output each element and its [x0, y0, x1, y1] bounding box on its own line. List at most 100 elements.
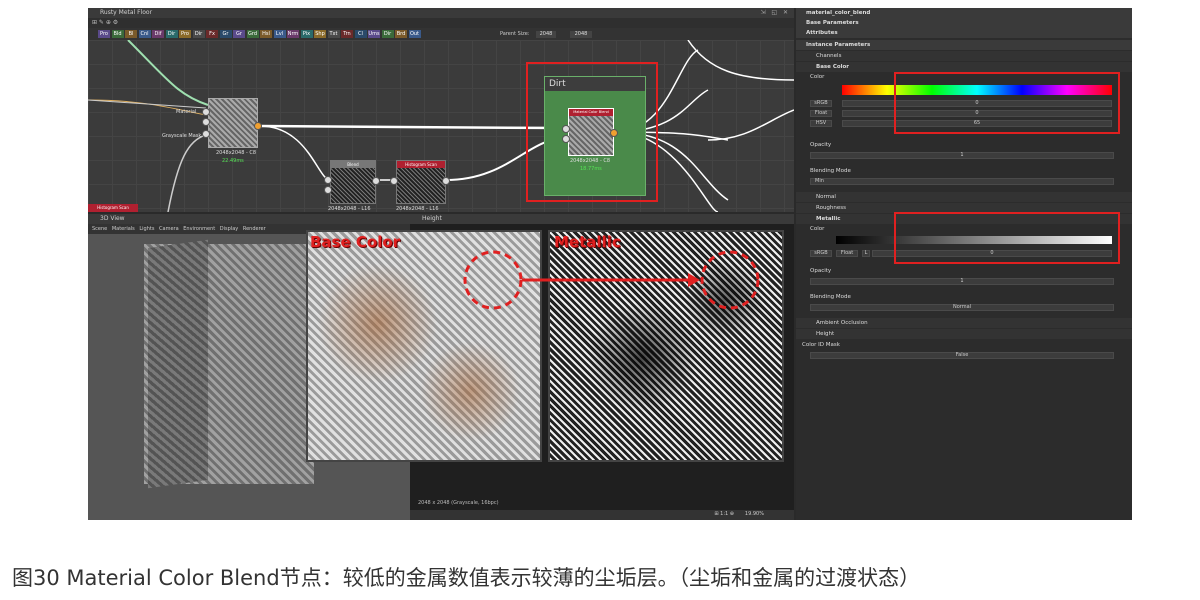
- group-ambient-occlusion[interactable]: Ambient Occlusion: [796, 318, 1132, 328]
- menu-scene[interactable]: Scene: [92, 226, 107, 232]
- library-button[interactable]: Cl: [354, 30, 367, 38]
- node-port[interactable]: [324, 186, 332, 194]
- library-button[interactable]: Gr: [219, 30, 232, 38]
- node-port[interactable]: [202, 118, 210, 126]
- parent-size-select-2[interactable]: 2048: [570, 31, 592, 38]
- color-id-mask-label: Color ID Mask: [796, 340, 1132, 350]
- library-button[interactable]: Dir: [381, 30, 394, 38]
- node-port[interactable]: [324, 176, 332, 184]
- color-id-mask-select[interactable]: False: [810, 352, 1114, 359]
- metal-blend-select[interactable]: Normal: [810, 304, 1114, 311]
- height-view-title-bar: Height: [410, 214, 794, 224]
- base-color-mode[interactable]: sRGB: [810, 100, 832, 107]
- node-blend[interactable]: Blend: [330, 160, 376, 204]
- library-button[interactable]: Dif: [152, 30, 164, 38]
- library-button[interactable]: Shp: [314, 30, 326, 38]
- group-height[interactable]: Height: [796, 329, 1132, 339]
- metal-opacity-slider[interactable]: 1: [810, 278, 1114, 285]
- node-port[interactable]: [390, 177, 398, 185]
- figure-caption: 图30 Material Color Blend节点：较低的金属数值表示较薄的尘…: [12, 566, 921, 590]
- node-output-port[interactable]: [442, 177, 450, 185]
- node-histogram-title: Histogram Scan: [397, 161, 445, 168]
- node-histogram-scan[interactable]: Histogram Scan: [396, 160, 446, 204]
- graph-toolbar-icons[interactable]: ⊞ ✎ ⊕ ⚙: [92, 19, 118, 26]
- library-button[interactable]: Gr: [233, 30, 245, 38]
- library-button[interactable]: Pro: [179, 30, 191, 38]
- menu-renderer[interactable]: Renderer: [243, 226, 266, 232]
- node-res-left: 2048x2048 - C8: [216, 150, 257, 156]
- menu-display[interactable]: Display: [220, 226, 238, 232]
- metallic-mode[interactable]: sRGB: [810, 250, 832, 257]
- library-button[interactable]: Ums: [368, 30, 380, 38]
- base-blend-select[interactable]: Min: [810, 178, 1114, 185]
- label-text: Blending Mode: [810, 294, 851, 300]
- library-button[interactable]: Bl: [125, 30, 137, 38]
- group-label: Roughness: [816, 205, 847, 211]
- node-histogram-scan-2[interactable]: Histogram Scan: [88, 204, 138, 212]
- library-button[interactable]: Trn: [341, 30, 353, 38]
- props-title-text: material_color_blend: [806, 10, 871, 16]
- port-label-mask: Grayscale Mask: [162, 133, 202, 139]
- label-text: Opacity: [810, 142, 832, 148]
- parent-size-label: Parent Size:: [500, 31, 530, 37]
- node-res-blend: 2048x2048 - L16: [328, 206, 371, 212]
- highlight-box-base-color: [894, 72, 1120, 134]
- node-output-port[interactable]: [372, 177, 380, 185]
- node-graph[interactable]: Material Grayscale Mask 2048x2048 - C8 2…: [88, 40, 794, 212]
- properties-panel: material_color_blend Base Parameters Att…: [796, 8, 1132, 520]
- node-thumbnail: [331, 168, 375, 203]
- library-button[interactable]: Txt: [327, 30, 340, 38]
- 3d-view-title-bar: 3D View: [88, 214, 410, 224]
- label-text: Color ID Mask: [802, 342, 840, 348]
- menu-environment[interactable]: Environment: [183, 226, 215, 232]
- menu-materials[interactable]: Materials: [112, 226, 135, 232]
- library-button[interactable]: Pro: [98, 30, 110, 38]
- group-label: Metallic: [816, 216, 841, 222]
- node-library-toolbar: Parent Size: 2048 2048 Pro Bld Bl Cnl Dif Dir…: [88, 28, 794, 40]
- graph-title: Rusty Metal Floor: [100, 9, 153, 16]
- base-blend-label: Blending Mode: [796, 166, 1132, 176]
- menu-lights[interactable]: Lights: [139, 226, 154, 232]
- library-button[interactable]: Nrm: [287, 30, 299, 38]
- library-button[interactable]: Hsl: [260, 30, 272, 38]
- parent-size-select[interactable]: 2048: [536, 31, 556, 38]
- section-attributes[interactable]: Attributes: [796, 28, 1132, 38]
- node-material-left[interactable]: [208, 98, 258, 148]
- library-button[interactable]: Lvl: [273, 30, 286, 38]
- section-base-parameters[interactable]: Base Parameters: [796, 18, 1132, 28]
- metallic-texture: [548, 230, 784, 462]
- base-opacity-slider[interactable]: 1: [810, 152, 1114, 159]
- node-port[interactable]: [202, 108, 210, 116]
- group-label: Base Color: [816, 64, 850, 70]
- menu-camera[interactable]: Camera: [159, 226, 179, 232]
- height-status: 2048 x 2048 (Grayscale, 16bpc): [418, 500, 499, 506]
- library-button[interactable]: Grd: [246, 30, 259, 38]
- group-normal[interactable]: Normal: [796, 192, 1132, 202]
- library-button[interactable]: Brd: [395, 30, 407, 38]
- node-blend-title: Blend: [331, 161, 375, 168]
- label-text: Color: [810, 74, 825, 80]
- section-instance-parameters[interactable]: Instance Parameters: [796, 40, 1132, 50]
- node-output-port[interactable]: [254, 122, 262, 130]
- base-color-type[interactable]: Float: [810, 110, 832, 117]
- group-channels[interactable]: Channels: [796, 51, 1132, 61]
- section-label: Base Parameters: [806, 20, 859, 26]
- library-button[interactable]: Bld: [111, 30, 124, 38]
- height-zoom[interactable]: 19.90%: [745, 511, 764, 517]
- base-color-hsv[interactable]: HSV: [810, 120, 832, 127]
- node-port[interactable]: [202, 130, 210, 138]
- library-button[interactable]: Dir: [192, 30, 205, 38]
- library-button[interactable]: Cnl: [138, 30, 151, 38]
- highlight-box-metallic: [894, 212, 1120, 264]
- library-button[interactable]: Out: [408, 30, 421, 38]
- label-text: Opacity: [810, 268, 832, 274]
- window-controls[interactable]: ⇲ ◱ ✕: [760, 8, 790, 18]
- group-base-color[interactable]: Base Color: [796, 62, 1132, 72]
- library-button[interactable]: Fx: [206, 30, 218, 38]
- library-button[interactable]: Pix: [300, 30, 313, 38]
- height-view-icons[interactable]: ⊞ 1:1 ⊕: [714, 511, 734, 517]
- library-button[interactable]: Dir: [165, 30, 178, 38]
- group-label: Channels: [816, 53, 842, 59]
- metallic-type[interactable]: Float: [836, 250, 858, 257]
- props-title: material_color_blend: [796, 8, 1132, 18]
